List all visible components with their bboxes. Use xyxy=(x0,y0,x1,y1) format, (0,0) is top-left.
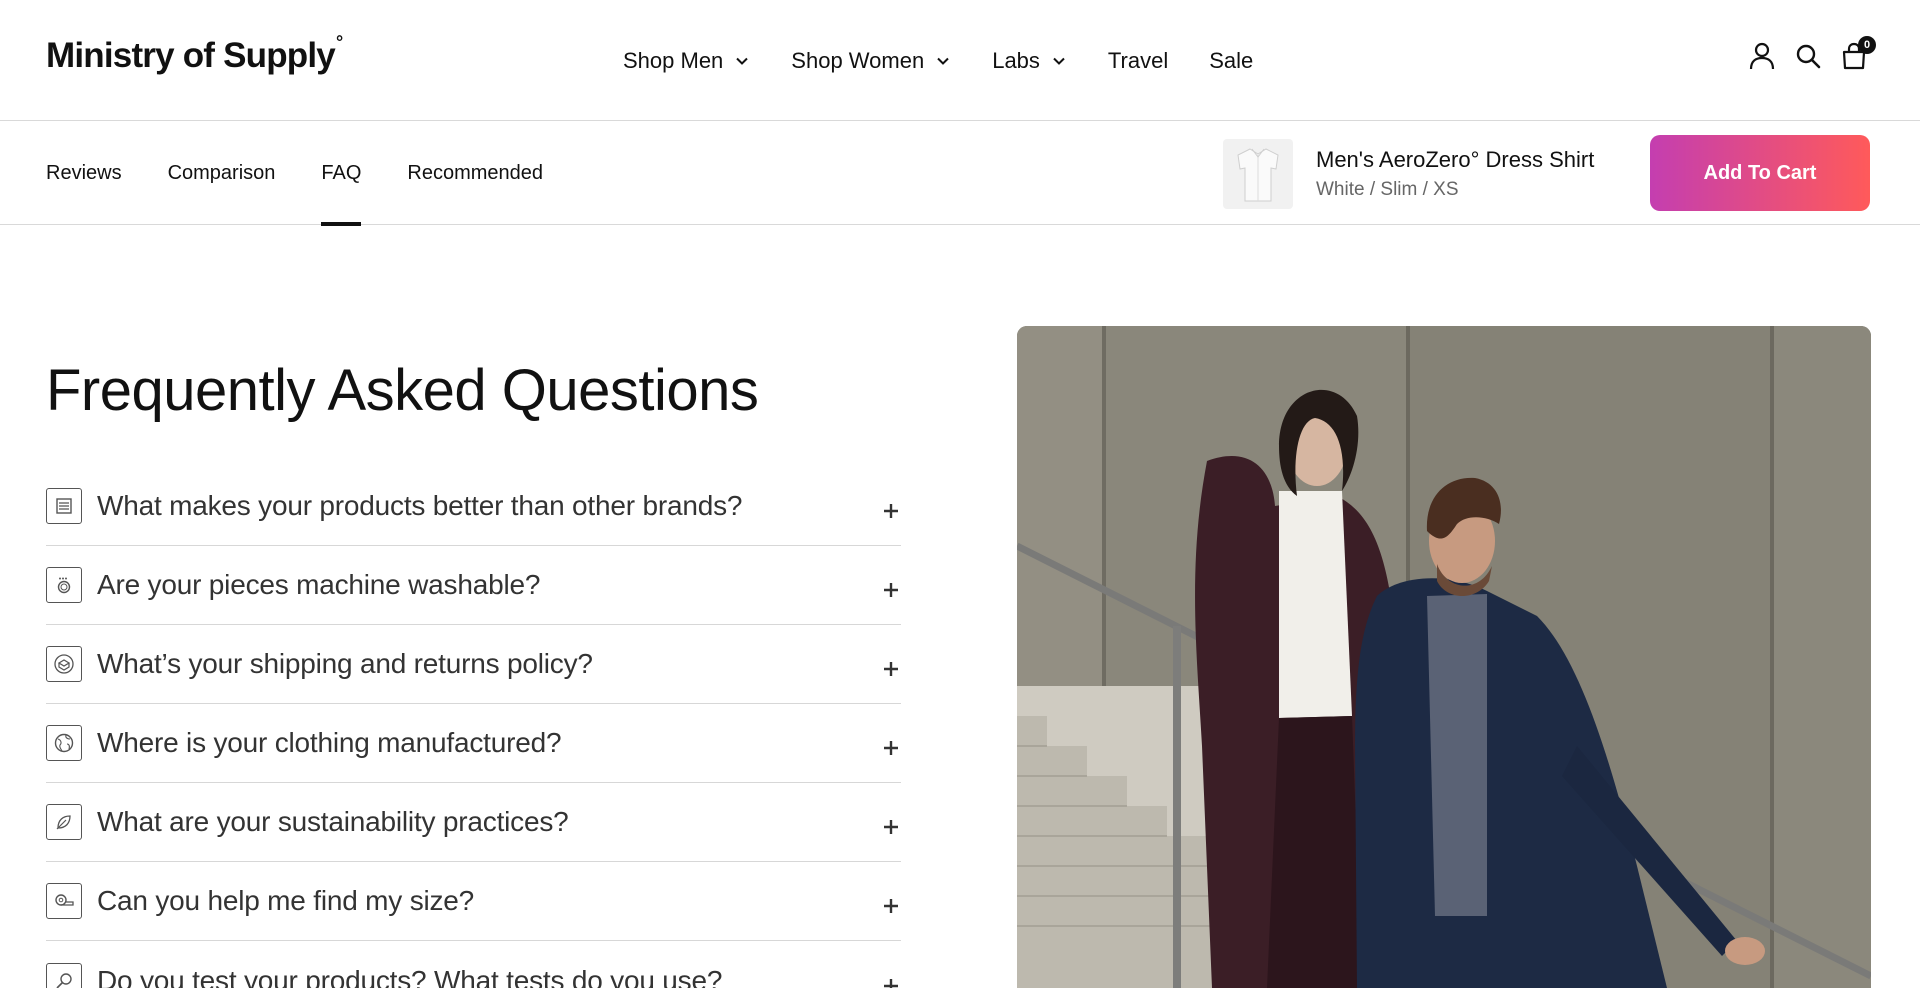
product-info: Men's AeroZero° Dress Shirt White / Slim… xyxy=(1316,147,1594,201)
shipping-box-icon xyxy=(46,646,82,682)
plus-icon xyxy=(881,812,901,834)
faq-question: Can you help me find my size? xyxy=(97,885,475,916)
chevron-down-icon xyxy=(937,57,949,65)
faq-accordion: What makes your products better than oth… xyxy=(46,467,901,988)
magnifier-icon xyxy=(46,962,82,988)
search-icon[interactable] xyxy=(1792,40,1824,72)
faq-question: What’s your shipping and returns policy? xyxy=(97,648,593,679)
nav-labs-label: Labs xyxy=(992,48,1040,73)
main-nav: Shop Men Shop Women Labs Travel Sale xyxy=(623,44,1294,78)
faq-question: Do you test your products? What tests do… xyxy=(97,964,723,988)
faq-question: What are your sustainability practices? xyxy=(97,806,569,837)
faq-item[interactable]: Do you test your products? What tests do… xyxy=(46,941,901,988)
plus-icon xyxy=(881,654,901,676)
nav-shop-men[interactable]: Shop Men xyxy=(623,48,749,74)
product-summary: Men's AeroZero° Dress Shirt White / Slim… xyxy=(1223,139,1594,209)
tab-reviews[interactable]: Reviews xyxy=(46,121,122,225)
faq-question: What makes your products better than oth… xyxy=(97,490,743,521)
brand-logo-mark: ° xyxy=(335,32,343,53)
product-sticky-bar: Reviews Comparison FAQ Recommended Men's… xyxy=(0,121,1920,226)
globe-icon xyxy=(46,725,82,761)
section-tabs: Reviews Comparison FAQ Recommended xyxy=(46,121,589,226)
tab-faq-label: FAQ xyxy=(321,161,362,184)
chevron-down-icon xyxy=(736,57,749,65)
faq-item[interactable]: What’s your shipping and returns policy? xyxy=(46,625,901,704)
measuring-tape-icon xyxy=(46,883,82,919)
fabric-layers-icon xyxy=(46,488,82,524)
account-icon[interactable] xyxy=(1746,40,1778,72)
bag-icon[interactable]: 0 xyxy=(1838,36,1876,72)
nav-sale[interactable]: Sale xyxy=(1209,48,1253,74)
faq-item[interactable]: Where is your clothing manufactured? xyxy=(46,704,901,783)
nav-shop-women[interactable]: Shop Women xyxy=(791,48,950,74)
chevron-down-icon xyxy=(1053,57,1065,65)
brand-logo[interactable]: Ministry of Supply° xyxy=(46,32,343,76)
washing-machine-icon xyxy=(46,567,82,603)
faq-item[interactable]: Are your pieces machine washable? xyxy=(46,546,901,625)
nav-sale-label: Sale xyxy=(1209,48,1254,73)
nav-travel-label: Travel xyxy=(1107,48,1169,73)
brand-logo-text: Ministry of Supply xyxy=(46,36,336,75)
nav-travel[interactable]: Travel xyxy=(1108,48,1168,74)
faq-item[interactable]: Can you help me find my size? xyxy=(46,862,901,941)
plus-icon xyxy=(881,496,901,518)
nav-shop-men-label: Shop Men xyxy=(623,48,724,73)
add-to-cart-button[interactable]: Add To Cart xyxy=(1650,135,1870,211)
tab-comparison[interactable]: Comparison xyxy=(168,121,276,225)
product-name: Men's AeroZero° Dress Shirt xyxy=(1316,147,1595,172)
tab-recommended-label: Recommended xyxy=(407,161,544,184)
product-variant: White / Slim / XS xyxy=(1316,179,1459,200)
tab-reviews-label: Reviews xyxy=(46,161,122,184)
cart-count-badge: 0 xyxy=(1858,36,1876,54)
dress-shirt-icon xyxy=(1237,148,1279,202)
nav-shop-women-label: Shop Women xyxy=(791,48,925,73)
leaf-icon xyxy=(46,804,82,840)
plus-icon xyxy=(881,733,901,755)
faq-item[interactable]: What are your sustainability practices? xyxy=(46,783,901,862)
plus-icon xyxy=(881,971,901,988)
header-actions: 0 xyxy=(1732,36,1876,72)
plus-icon xyxy=(881,891,901,913)
faq-item[interactable]: What makes your products better than oth… xyxy=(46,467,901,546)
product-thumbnail xyxy=(1223,139,1293,209)
site-header: Ministry of Supply° Shop Men Shop Women … xyxy=(0,0,1920,121)
faq-lifestyle-photo xyxy=(1017,326,1871,988)
faq-title: Frequently Asked Questions xyxy=(46,358,759,423)
plus-icon xyxy=(881,575,901,597)
faq-question: Are your pieces machine washable? xyxy=(97,569,541,600)
tab-comparison-label: Comparison xyxy=(167,161,276,184)
faq-question: Where is your clothing manufactured? xyxy=(97,727,562,758)
tab-recommended[interactable]: Recommended xyxy=(407,121,543,225)
nav-labs[interactable]: Labs xyxy=(992,48,1066,74)
tab-faq[interactable]: FAQ xyxy=(321,121,362,226)
